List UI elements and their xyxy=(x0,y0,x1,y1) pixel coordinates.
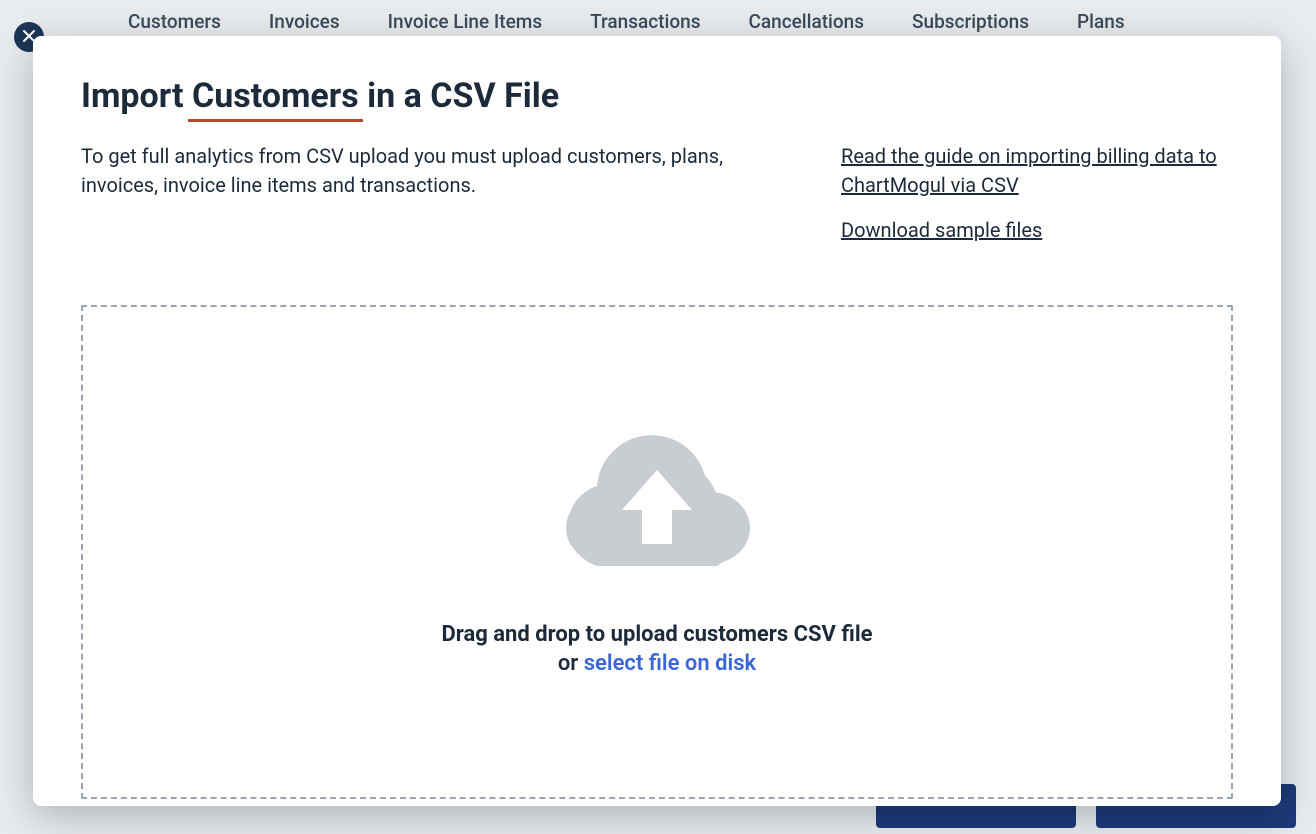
file-dropzone[interactable]: Drag and drop to upload customers CSV fi… xyxy=(81,305,1233,799)
links-column: Read the guide on importing billing data… xyxy=(841,142,1233,261)
link-guide[interactable]: Read the guide on importing billing data… xyxy=(841,144,1217,197)
intro-text: To get full analytics from CSV upload yo… xyxy=(81,142,781,261)
title-suffix: in a CSV File xyxy=(367,76,559,116)
dropzone-sub-text: or select file on disk xyxy=(558,651,756,676)
tab-cancellations[interactable]: Cancellations xyxy=(748,10,864,33)
select-file-link[interactable]: select file on disk xyxy=(584,651,756,676)
cloud-upload-icon xyxy=(552,428,762,572)
title-prefix: Import xyxy=(81,76,184,116)
tab-subscriptions[interactable]: Subscriptions xyxy=(912,10,1029,33)
tab-invoices[interactable]: Invoices xyxy=(269,10,340,33)
dropzone-main-text: Drag and drop to upload customers CSV fi… xyxy=(441,622,872,647)
modal-title: Import Customers in a CSV File xyxy=(81,76,1233,116)
title-highlight: Customers xyxy=(192,76,359,116)
tab-transactions[interactable]: Transactions xyxy=(590,10,700,33)
tab-invoice-line-items[interactable]: Invoice Line Items xyxy=(388,10,542,33)
dropzone-or: or xyxy=(558,651,584,676)
tab-customers[interactable]: Customers xyxy=(128,10,221,33)
import-modal: Import Customers in a CSV File To get fu… xyxy=(33,36,1281,806)
link-download-sample[interactable]: Download sample files xyxy=(841,218,1042,242)
tab-plans[interactable]: Plans xyxy=(1077,10,1125,33)
